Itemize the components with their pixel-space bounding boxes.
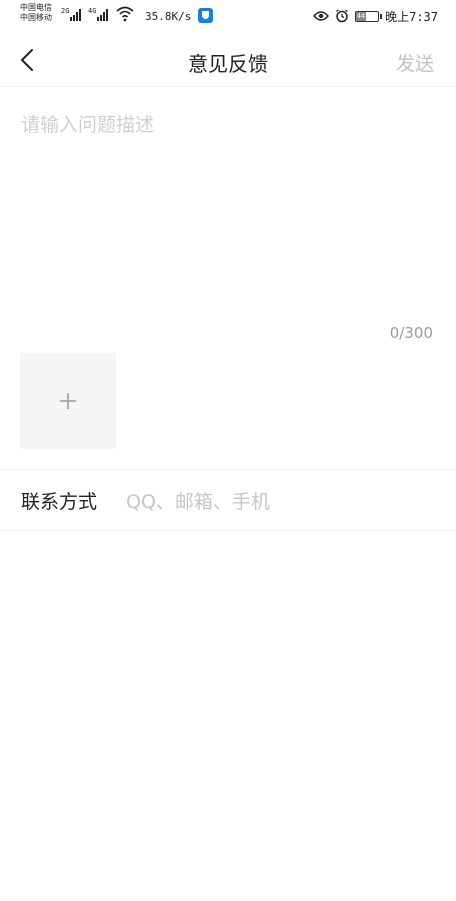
divider	[0, 530, 456, 531]
carrier-1: 中国电信	[20, 3, 52, 12]
wifi-icon	[116, 6, 134, 22]
status-right-group: 44 晚上7:37	[313, 6, 438, 26]
carrier-2: 中国移动	[20, 13, 52, 22]
feedback-description-input[interactable]: 请输入问题描述	[21, 110, 435, 310]
contact-label: 联系方式	[21, 491, 98, 513]
security-app-icon	[198, 8, 213, 23]
network-speed: 35.8K/s	[145, 10, 192, 23]
contact-input[interactable]: QQ、邮箱、手机	[126, 487, 270, 514]
battery-icon: 44	[355, 10, 383, 22]
send-button[interactable]: 发送	[396, 49, 434, 76]
eye-icon	[313, 11, 330, 21]
divider	[0, 469, 456, 470]
signal-bars-2-icon	[97, 9, 108, 21]
character-counter: 0/300	[389, 324, 433, 342]
alarm-icon	[336, 9, 348, 23]
carrier-info: 中国电信 中国移动	[20, 3, 52, 23]
status-bar: 中国电信 中国移动 2G 4G 35.8K/s 44 晚上7:37	[0, 0, 456, 34]
nav-bar: 意见反馈 发送	[0, 34, 456, 87]
clock-time: 晚上7:37	[385, 9, 438, 24]
add-image-button[interactable]	[20, 353, 116, 449]
signal-bars-1-icon	[70, 9, 81, 21]
page-title: 意见反馈	[188, 52, 268, 76]
network-type-2: 4G	[88, 7, 97, 15]
battery-level: 44	[356, 11, 366, 21]
plus-icon	[60, 393, 76, 409]
network-type-1: 2G	[61, 7, 70, 15]
feedback-page: 中国电信 中国移动 2G 4G 35.8K/s 44 晚上7:37 意见反馈 发…	[0, 0, 456, 901]
